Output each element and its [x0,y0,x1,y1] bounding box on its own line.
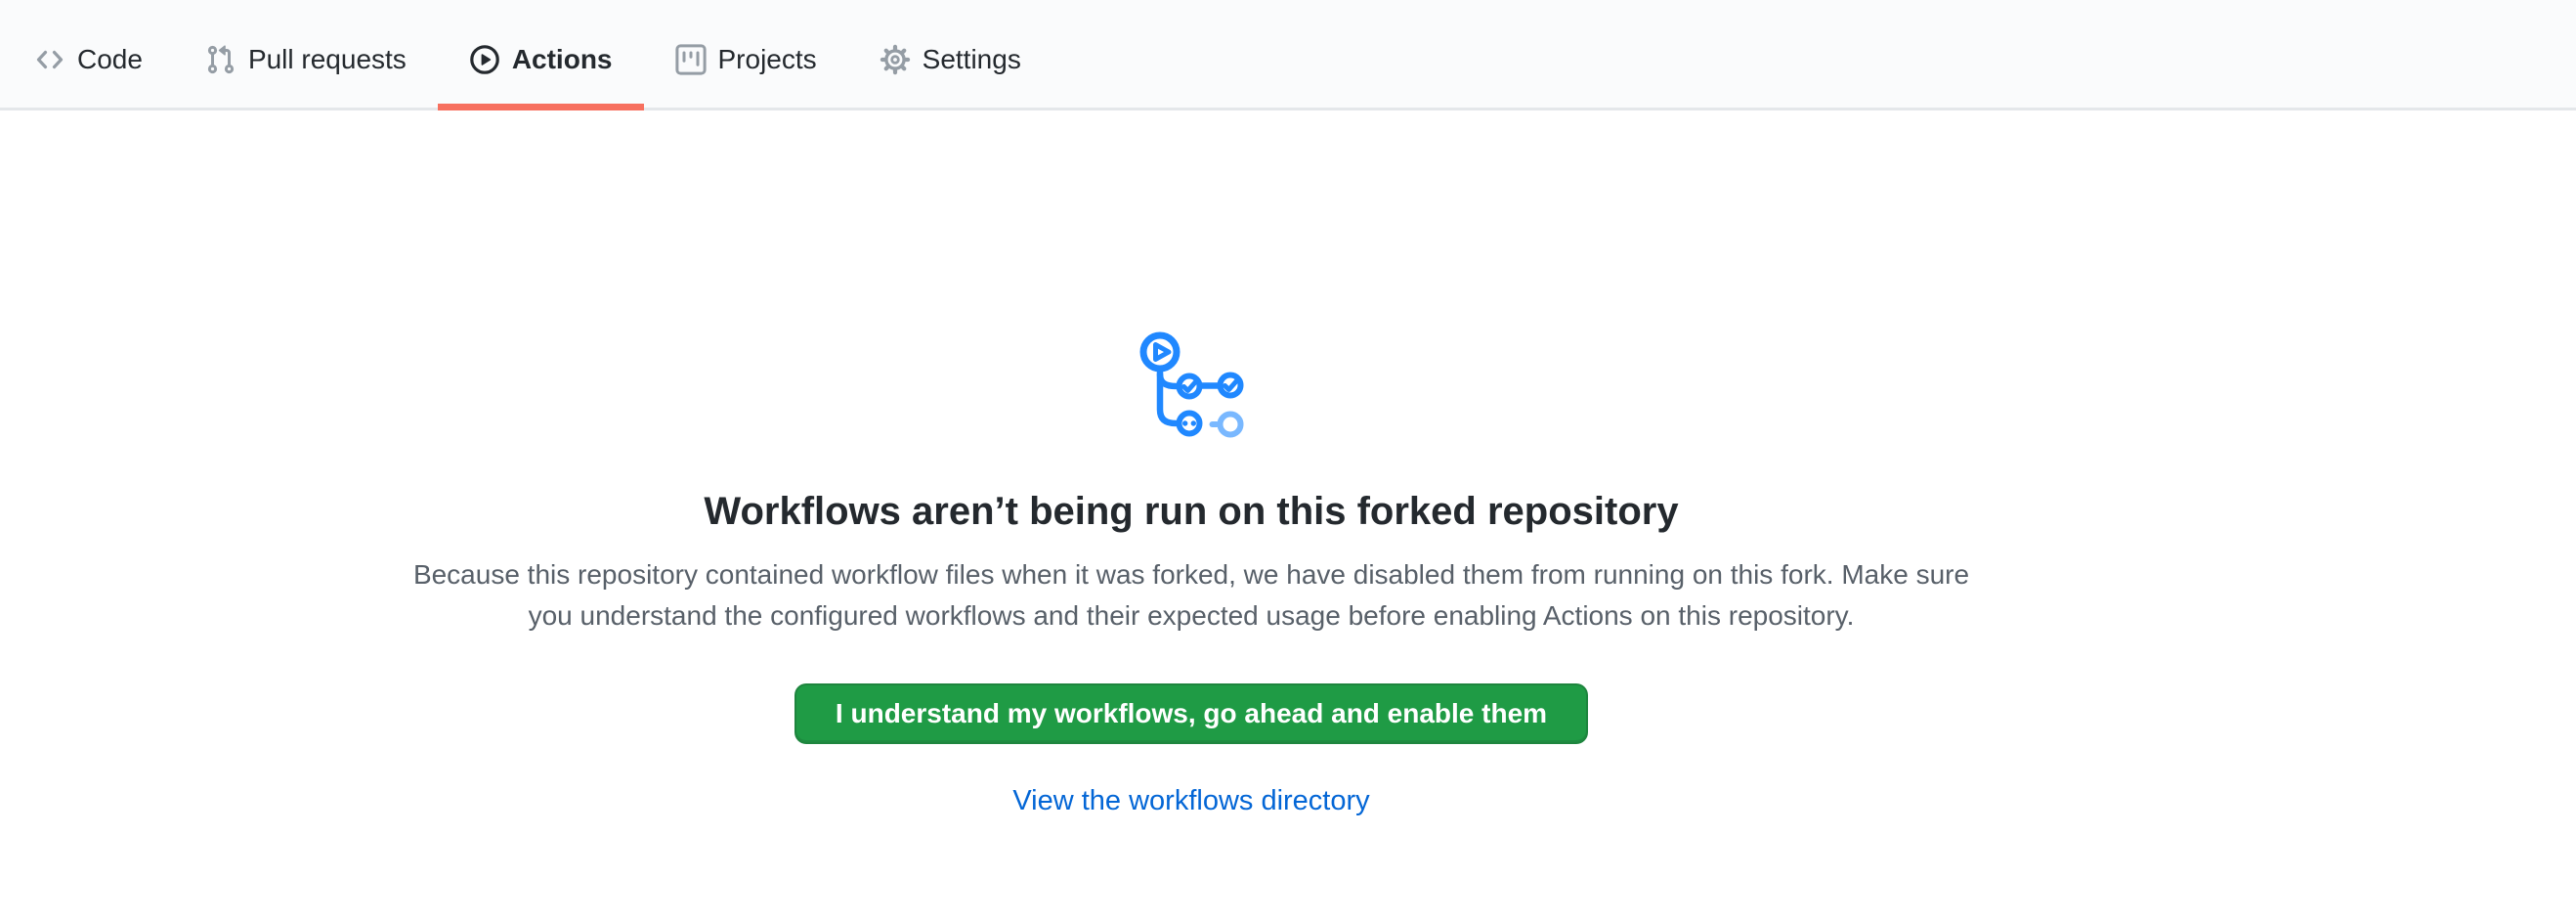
actions-workflow-icon [1137,330,1246,443]
tab-projects[interactable]: Projects [644,0,848,110]
tab-settings[interactable]: Settings [848,0,1052,110]
play-icon [469,44,500,75]
view-workflows-link[interactable]: View the workflows directory [1012,785,1369,817]
code-icon [34,44,65,75]
repo-tab-nav: Code Pull requests Actions [0,0,2576,110]
enable-workflows-button[interactable]: I understand my workflows, go ahead and … [794,683,1588,744]
blankslate-heading: Workflows aren’t being run on this forke… [704,488,1678,535]
tab-label: Pull requests [248,46,407,73]
underline-nav: Code Pull requests Actions [0,0,2576,110]
tab-label: Code [77,46,143,73]
actions-disabled-blankslate: Workflows aren’t being run on this forke… [0,110,2383,817]
project-icon [675,44,707,75]
tab-label: Actions [512,46,613,73]
gear-icon [880,44,911,75]
tab-code[interactable]: Code [3,0,174,110]
tab-actions[interactable]: Actions [438,0,644,110]
tab-pull-requests[interactable]: Pull requests [174,0,438,110]
tab-label: Projects [718,46,817,73]
git-pull-request-icon [205,44,236,75]
tab-label: Settings [923,46,1021,73]
blankslate-description: Because this repository contained workfl… [390,554,1993,637]
